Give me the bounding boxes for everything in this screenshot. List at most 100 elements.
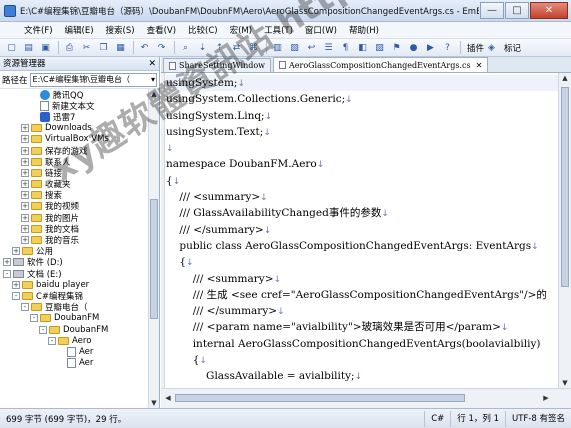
replace-icon[interactable]: ⇄ <box>229 41 244 55</box>
scroll-thumb[interactable] <box>175 394 465 402</box>
expand-icon[interactable]: + <box>3 258 11 267</box>
explorer-icon[interactable]: ▨ <box>372 41 387 55</box>
editor-horizontal-scrollbar[interactable]: ◀ ▶ <box>161 388 571 408</box>
redo-icon[interactable]: ↷ <box>154 41 169 55</box>
split-icon[interactable]: ▧ <box>287 41 302 55</box>
tree-item[interactable]: - C#编程集锦 <box>0 290 148 302</box>
code-line[interactable]: usingSystem;↓ <box>166 75 558 92</box>
maximize-button[interactable]: □ <box>505 1 529 19</box>
menu-macro[interactable]: 宏(M) <box>224 24 258 36</box>
find-in-files-icon[interactable]: ⌘ <box>246 41 261 55</box>
tree-item[interactable]: - 豆瓣电台（ <box>0 302 148 313</box>
code-line[interactable]: public class AeroGlassCompositionChanged… <box>166 238 558 254</box>
code-line[interactable]: usingSystem.Collections.Generic;↓ <box>166 91 558 107</box>
wrap-icon[interactable]: ↩ <box>304 41 319 55</box>
tree-item[interactable]: + 我的视频 <box>0 201 148 212</box>
tree-item[interactable]: + 我的文档 <box>0 223 148 235</box>
code-line[interactable]: /// GlassAvailabilityChanged事件的参数↓ <box>166 205 558 221</box>
status-encoding[interactable]: UTF-8 有签名 <box>505 410 571 427</box>
undo-icon[interactable]: ↶ <box>137 41 152 55</box>
code-line[interactable]: usingSystem.Linq;↓ <box>166 108 558 124</box>
status-language[interactable]: C# <box>424 410 450 427</box>
code-area[interactable]: usingSystem;↓ usingSystem.Collections.Gen… <box>166 75 558 388</box>
macro-play-icon[interactable]: ▶ <box>423 41 438 55</box>
code-line[interactable]: {↓ <box>166 254 558 270</box>
mark-menu[interactable]: 标记 <box>504 42 521 54</box>
menu-tools[interactable]: 工具(T) <box>258 24 299 36</box>
code-line[interactable]: ↓ <box>166 140 558 156</box>
path-combobox[interactable]: E:\C#编程集锦\豆瓣电台（ ▾ <box>29 72 157 87</box>
editor-vertical-scrollbar[interactable]: ▲ ▼ <box>558 73 571 388</box>
highlight-icon[interactable]: ◧ <box>355 41 370 55</box>
tree-item[interactable]: + VirtualBox VMs <box>0 134 148 145</box>
cut-icon[interactable]: ✂ <box>79 41 94 55</box>
tree-item[interactable]: - DoubanFM <box>0 313 148 324</box>
tree-item[interactable]: + Downloads <box>0 123 148 134</box>
scroll-thumb[interactable] <box>561 87 569 287</box>
code-line[interactable]: /// </summary>↓ <box>166 222 558 238</box>
expand-icon[interactable]: + <box>21 236 29 245</box>
macro-icon[interactable]: ● <box>406 41 421 55</box>
code-line[interactable]: /// <summary>↓ <box>166 271 558 287</box>
tree-item[interactable]: + 搜索 <box>0 190 148 201</box>
menu-search[interactable]: 搜索(S) <box>100 24 141 36</box>
find-prev-icon[interactable]: ⇡ <box>212 41 227 55</box>
tree-item[interactable]: - DoubanFM <box>0 324 148 335</box>
tree-item[interactable]: + 链接 <box>0 167 148 179</box>
code-line[interactable]: namespace DoubanFM.Aero↓ <box>166 156 558 172</box>
menu-view[interactable]: 查看(V) <box>141 24 182 36</box>
expand-icon[interactable]: + <box>21 224 29 233</box>
expand-icon[interactable]: + <box>21 157 29 166</box>
collapse-icon[interactable]: - <box>30 314 38 323</box>
marks-icon[interactable]: ¶ <box>338 41 353 55</box>
code-line[interactable]: /// </summary>↓ <box>166 303 558 319</box>
tree-item[interactable]: 迅雷7 <box>0 111 148 123</box>
find-next-icon[interactable]: ⇣ <box>195 41 210 55</box>
emeditor-app-icon[interactable] <box>4 4 16 17</box>
minimize-button[interactable]: — <box>480 1 504 19</box>
code-editor[interactable]: usingSystem;↓ usingSystem.Collections.Gen… <box>161 73 558 388</box>
collapse-icon[interactable]: - <box>48 336 56 345</box>
collapse-icon[interactable]: - <box>21 303 29 312</box>
expand-icon[interactable]: + <box>21 146 29 155</box>
paste-icon[interactable]: ▦ <box>113 41 128 55</box>
tree-item[interactable]: - 文档 (E:) <box>0 268 148 280</box>
code-line[interactable]: usingSystem.Text;↓ <box>166 124 558 140</box>
scroll-down-icon[interactable]: ▼ <box>149 398 159 408</box>
code-line[interactable]: {↓ <box>166 173 558 189</box>
scroll-up-icon[interactable]: ▲ <box>149 89 159 99</box>
find-icon[interactable]: ⌕ <box>178 41 193 55</box>
code-line[interactable]: /// <param name="avialbility">玻璃效果是否可用</… <box>166 319 558 335</box>
expand-icon[interactable]: + <box>12 280 20 289</box>
scroll-thumb[interactable] <box>150 199 158 319</box>
status-position[interactable]: 行 1，列 1 <box>450 410 505 427</box>
tree-item[interactable]: 腾讯QQ <box>0 89 148 101</box>
tree-item[interactable]: Aer <box>0 358 148 369</box>
expand-icon[interactable]: + <box>21 213 29 222</box>
copy-icon[interactable]: ❐ <box>96 41 111 55</box>
scroll-right-icon[interactable]: ▶ <box>541 393 551 403</box>
menu-window[interactable]: 窗口(W) <box>299 24 343 36</box>
code-line[interactable]: /// 生成 <see cref="AeroGlassCompositionCh… <box>166 287 558 303</box>
help-icon[interactable]: ? <box>440 41 455 55</box>
outline-icon[interactable]: ☰ <box>321 41 336 55</box>
expand-icon[interactable]: + <box>21 191 29 200</box>
expand-icon[interactable]: + <box>21 180 29 189</box>
tree-item[interactable]: + baidu player <box>0 279 148 290</box>
scroll-down-icon[interactable]: ▼ <box>560 378 570 388</box>
tree-item[interactable]: + 我的音乐 <box>0 234 148 246</box>
layout-icon[interactable]: ▥ <box>270 41 285 55</box>
tree-item[interactable]: + 公用 <box>0 246 148 257</box>
code-line[interactable]: internal AeroGlassCompositionChangedEven… <box>166 336 558 352</box>
new-file-icon[interactable]: ▢ <box>4 41 19 55</box>
collapse-icon[interactable]: - <box>12 291 20 300</box>
code-line[interactable]: /// <summary>↓ <box>166 189 558 205</box>
tree-item[interactable]: + 软件 (D:) <box>0 257 148 268</box>
tree-item[interactable]: 新建文本文 <box>0 100 148 112</box>
expand-icon[interactable]: + <box>21 135 29 144</box>
menu-file[interactable]: 文件(F) <box>18 24 59 36</box>
save-icon[interactable]: ▣ <box>38 41 53 55</box>
collapse-icon[interactable]: - <box>39 325 47 334</box>
expand-icon[interactable]: + <box>21 168 29 177</box>
expand-icon[interactable]: + <box>12 247 20 256</box>
